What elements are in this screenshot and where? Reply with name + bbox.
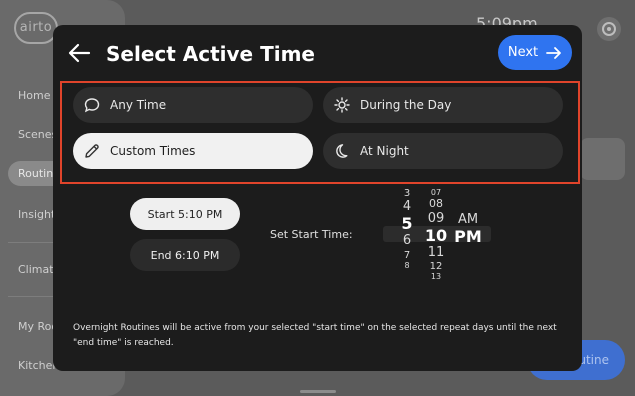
option-custom-times[interactable]: Custom Times [73,133,313,169]
next-button-label: Next [507,45,539,60]
sun-icon [334,97,350,113]
wheel-item: 6 [402,233,412,248]
next-button[interactable]: Next [498,35,572,70]
pencil-icon [84,143,100,159]
moon-icon [334,143,350,159]
option-at-night[interactable]: At Night [323,133,563,169]
wheel-item: 4 [402,199,412,214]
option-any-time[interactable]: Any Time [73,87,313,123]
wheel-item: 8 [404,261,410,270]
wheel-item: 08 [429,197,443,210]
back-button[interactable] [67,42,93,66]
sidebar-item-home[interactable]: Home [18,89,50,102]
option-label: Custom Times [110,144,196,158]
sidebar-item-insights[interactable]: Insight [18,208,55,221]
wheel-item-selected: PM [454,227,482,246]
wheel-item: 3 [403,188,411,199]
start-time-button[interactable]: Start 5:10 PM [130,198,240,230]
option-label: Any Time [110,98,167,112]
wheel-item-selected: 10 [424,226,448,245]
modal-title: Select Active Time [106,42,315,66]
set-start-time-label: Set Start Time: [270,228,353,241]
overnight-note: Overnight Routines will be active from y… [73,323,557,348]
hour-wheel[interactable]: 3 4 5 6 7 8 [398,188,416,270]
option-during-the-day[interactable]: During the Day [323,87,563,123]
time-options-group: Any Time During the Day Custom Times At … [60,81,580,184]
period-wheel[interactable]: AM PM [453,212,483,246]
arrow-left-icon [68,43,91,63]
wheel-item: 07 [430,188,442,197]
option-label: At Night [360,144,409,158]
wheel-item: AM [457,212,479,227]
wheel-item: 13 [430,272,442,281]
chat-bubble-icon [84,97,100,113]
end-time-button[interactable]: End 6:10 PM [130,239,240,271]
wheel-item: 09 [427,211,445,226]
arrow-right-icon [546,46,562,59]
app-logo: airto [14,12,58,44]
wheel-item-selected: 5 [401,214,413,233]
background-card [580,138,625,180]
option-label: During the Day [360,98,452,112]
wheel-item: 11 [427,245,445,260]
select-active-time-modal: Select Active Time Next Any Time During … [53,25,582,371]
minute-wheel[interactable]: 07 08 09 10 11 12 13 [422,189,450,281]
gear-icon[interactable] [597,17,621,41]
home-indicator [300,390,336,393]
sidebar-item-scenes[interactable]: Scenes [18,128,57,141]
